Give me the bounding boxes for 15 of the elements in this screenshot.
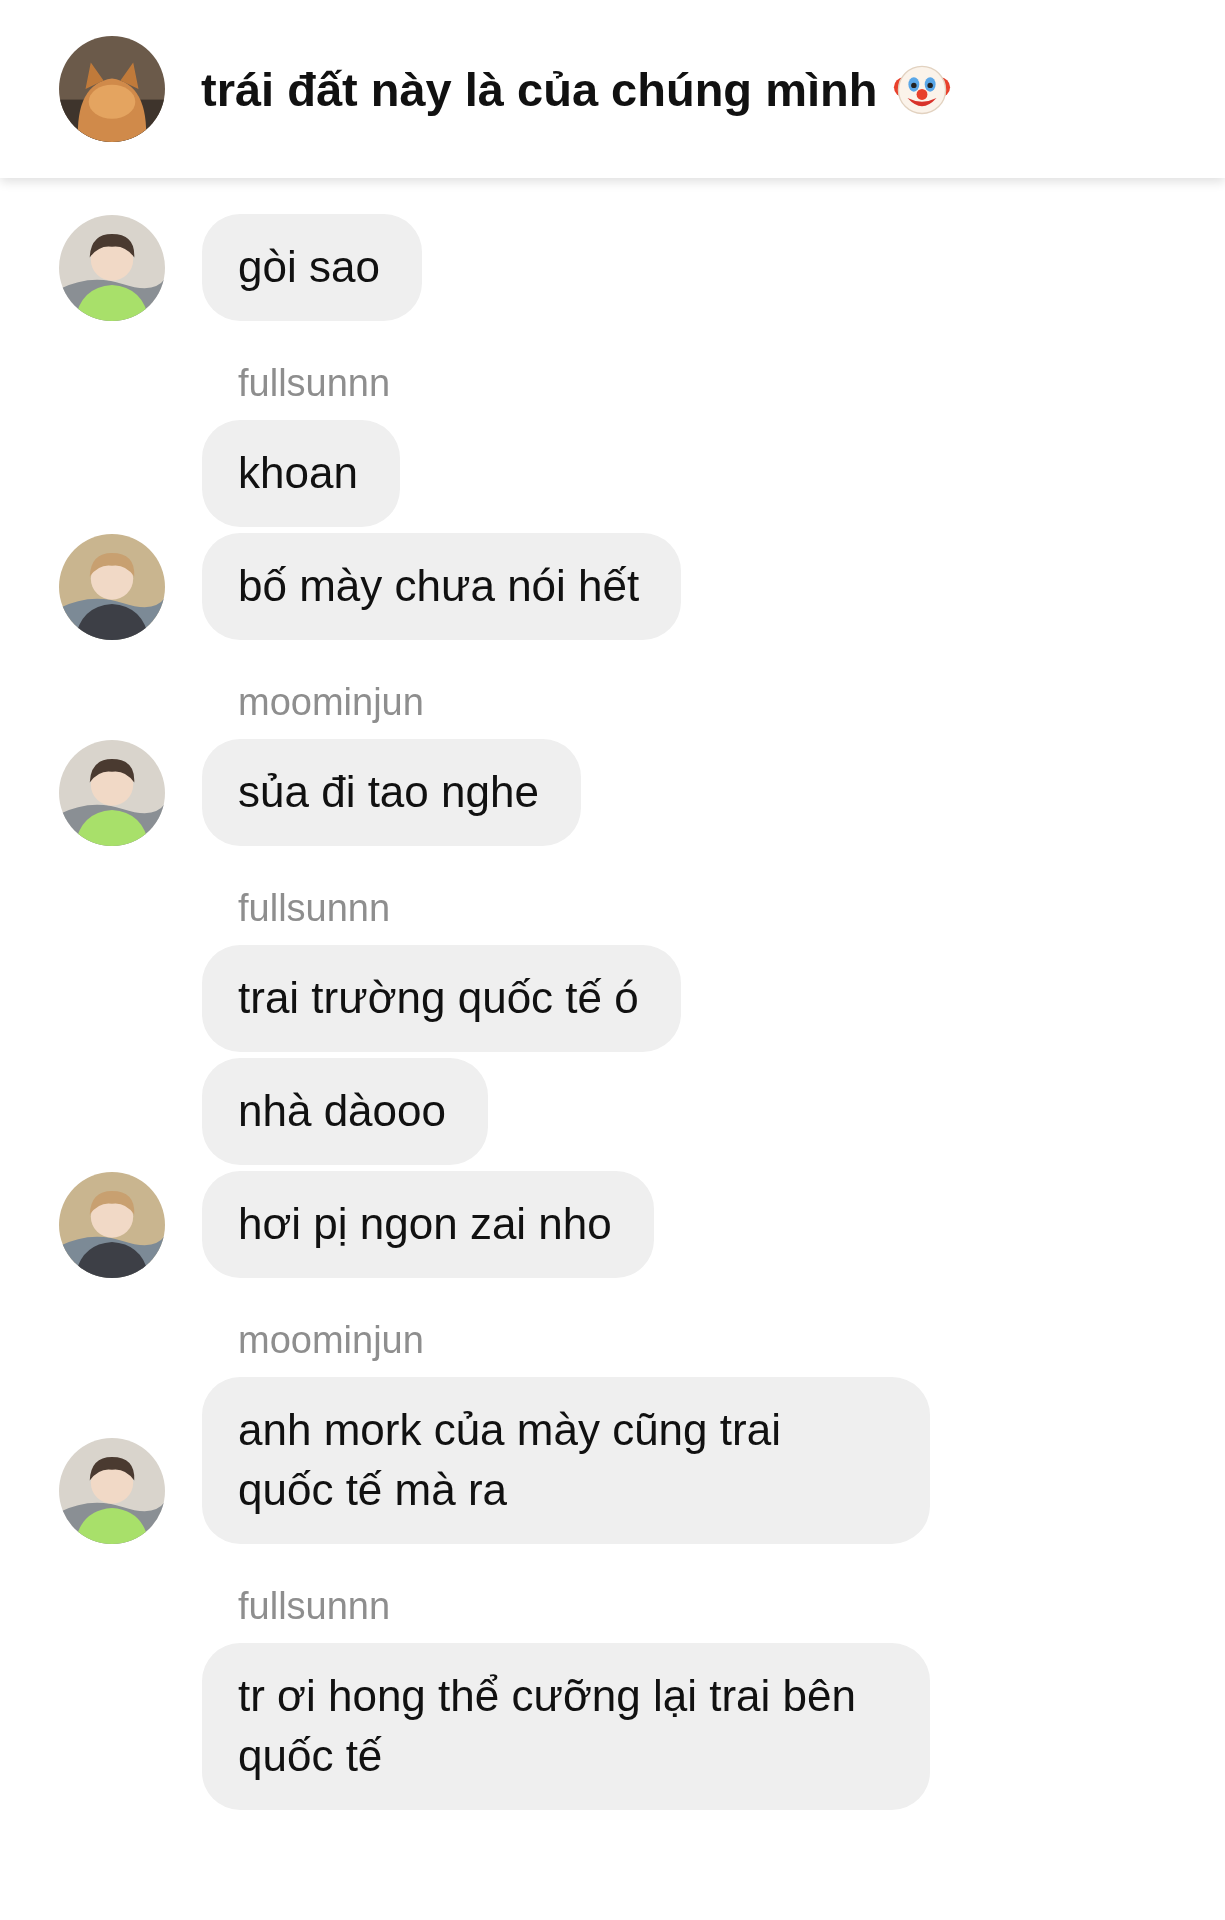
message-bubble: bố mày chưa nói hết bbox=[202, 533, 682, 640]
message-bubble: tr ơi hong thể cưỡng lại trai bên quốc tế bbox=[202, 1643, 930, 1810]
sender-name: moominjun bbox=[238, 1320, 425, 1360]
message-bubble: trai trường quốc tế ó bbox=[202, 945, 681, 1052]
chat-title: trái đất này là của chúng mình bbox=[201, 61, 878, 117]
message-bubble: sủa đi tao nghe bbox=[202, 739, 581, 846]
sender-name: fullsunnn bbox=[238, 888, 392, 928]
sender-name: moominjun bbox=[238, 682, 425, 722]
message-bubble: hơi pị ngon zai nho bbox=[202, 1171, 654, 1278]
sender-name: fullsunnn bbox=[238, 1586, 392, 1626]
message-bubble: anh mork của mày cũng trai quốc tế mà ra bbox=[202, 1377, 930, 1544]
message-bubble: khoan bbox=[202, 420, 400, 527]
sender-name: fullsunnn bbox=[238, 363, 392, 403]
message-bubble: nhà dàooo bbox=[202, 1058, 488, 1165]
message-bubble: gòi sao bbox=[202, 214, 422, 321]
